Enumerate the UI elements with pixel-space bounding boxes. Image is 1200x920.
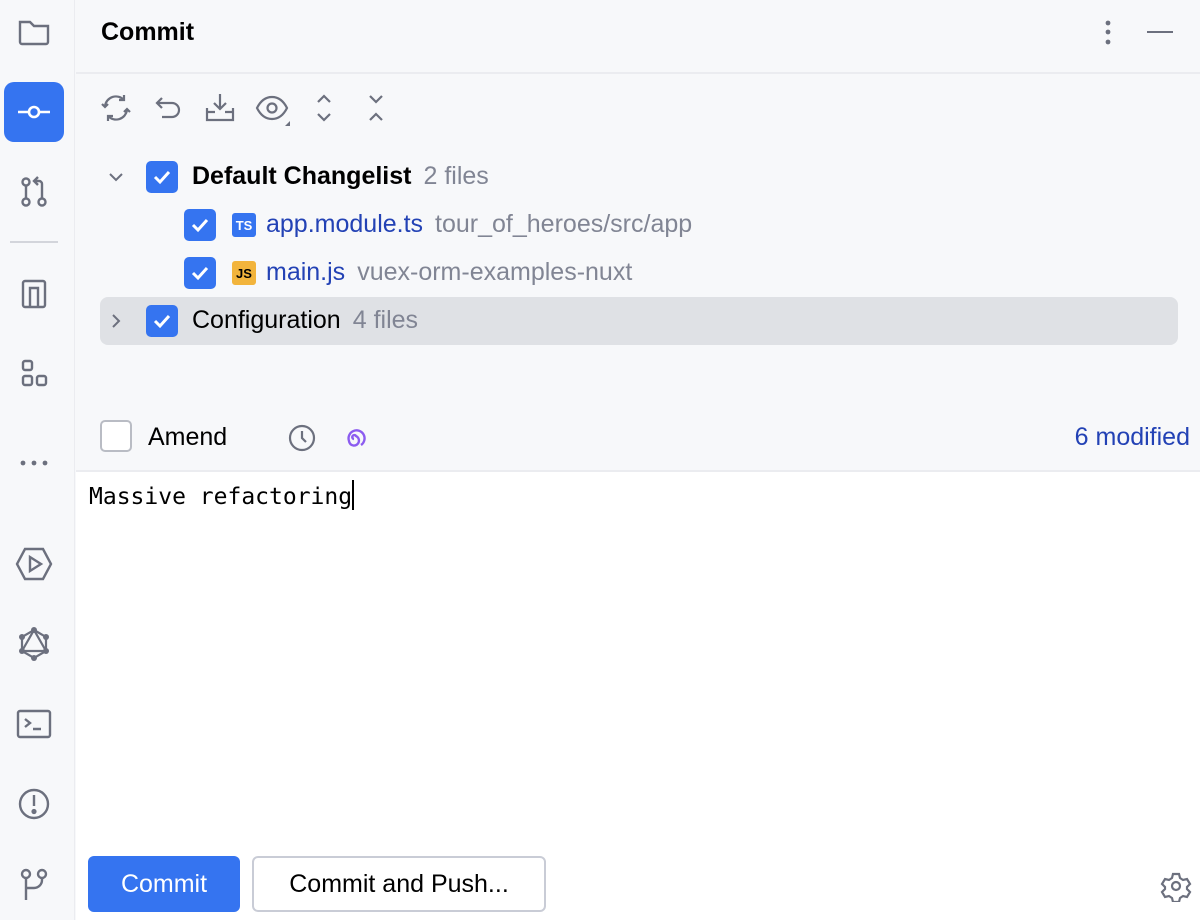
git-branch-icon [20, 868, 48, 900]
file-row[interactable]: JS main.js vuex-orm-examples-nuxt [100, 249, 1178, 297]
changelist-row[interactable]: Default Changelist 2 files [100, 153, 1178, 201]
commit-icon [18, 105, 50, 119]
javascript-file-icon: JS [232, 261, 256, 285]
collapse-all-icon [369, 95, 383, 121]
structure-icon [21, 279, 47, 309]
commit-message-editor[interactable]: Massive refactoring [76, 472, 1200, 842]
more-horizontal-icon [20, 460, 48, 466]
expand-all-icon [317, 94, 331, 122]
changelist-name: Default Changelist [192, 162, 412, 190]
sidebar-item-problems[interactable] [4, 774, 64, 834]
problems-icon [18, 788, 50, 820]
sidebar-item-git[interactable] [4, 854, 64, 914]
commit-button[interactable]: Commit [88, 856, 240, 912]
gear-icon[interactable] [1160, 870, 1192, 902]
check-icon [191, 266, 209, 281]
sidebar-item-run[interactable] [4, 534, 64, 594]
commit-window: Commit Default Changelist 2 files TS app… [0, 0, 1200, 920]
sidebar-item-structure[interactable] [4, 264, 64, 324]
commit-footer: Commit Commit and Push... [76, 842, 1200, 920]
amend-row: Amend 6 modified [100, 418, 1190, 458]
changelist-count: 4 files [352, 306, 419, 334]
changes-toolbar [96, 88, 396, 128]
file-path: vuex-orm-examples-nuxt [357, 258, 633, 286]
typescript-file-icon: TS [232, 213, 256, 237]
text-caret [352, 480, 355, 510]
collapse-all-button[interactable] [356, 88, 396, 128]
chevron-down-icon[interactable] [104, 165, 128, 189]
sidebar-separator [10, 241, 58, 243]
refresh-button[interactable] [96, 88, 136, 128]
file-path: tour_of_heroes/src/app [435, 210, 693, 238]
folder-icon [18, 20, 50, 46]
check-icon [191, 218, 209, 233]
modified-count-link[interactable]: 6 modified [1075, 423, 1190, 452]
changes-tree: Default Changelist 2 files TS app.module.… [100, 153, 1178, 345]
rollback-button[interactable] [148, 88, 188, 128]
minimize-icon [1147, 31, 1173, 33]
commit-and-push-button[interactable]: Commit and Push... [252, 856, 546, 912]
pull-request-icon [21, 176, 47, 207]
expand-all-button[interactable] [304, 88, 344, 128]
minimize-button[interactable] [1144, 17, 1176, 47]
amend-label[interactable]: Amend [148, 423, 227, 452]
check-icon [153, 314, 171, 329]
chevron-right-icon[interactable] [104, 309, 128, 333]
sidebar-item-plugins[interactable] [4, 344, 64, 404]
plugins-icon [21, 359, 48, 387]
terminal-icon [16, 709, 52, 739]
file-checkbox[interactable] [184, 209, 216, 241]
shelve-icon [205, 94, 235, 122]
commit-message-text: Massive refactoring [89, 484, 353, 510]
clock-icon[interactable] [286, 422, 318, 454]
changelist-checkbox[interactable] [146, 161, 178, 193]
more-vertical-icon [1105, 20, 1111, 45]
refresh-icon [101, 95, 131, 121]
show-diff-button[interactable] [252, 88, 292, 128]
header-divider [76, 72, 1200, 74]
rollback-icon [155, 97, 181, 119]
check-icon [153, 170, 171, 185]
file-row[interactable]: TS app.module.ts tour_of_heroes/src/app [100, 201, 1178, 249]
amend-checkbox[interactable] [100, 420, 132, 452]
sidebar-item-project[interactable] [4, 2, 64, 62]
sidebar-item-pull-requests[interactable] [4, 162, 64, 222]
sidebar-item-graphql[interactable] [4, 614, 64, 674]
tool-window-sidebar [0, 0, 75, 920]
options-button[interactable] [1094, 17, 1122, 47]
panel-title: Commit [101, 18, 195, 46]
changelist-checkbox[interactable] [146, 305, 178, 337]
changelist-row[interactable]: Configuration 4 files [100, 297, 1178, 345]
sidebar-item-more[interactable] [4, 424, 64, 484]
changelist-count: 2 files [423, 162, 489, 190]
eye-icon [255, 95, 290, 126]
shelve-button[interactable] [200, 88, 240, 128]
file-name: main.js [266, 258, 346, 286]
changelist-name: Configuration [192, 306, 341, 334]
file-checkbox[interactable] [184, 257, 216, 289]
commit-panel: Commit Default Changelist 2 files TS app… [76, 0, 1200, 920]
sidebar-item-commit[interactable] [4, 82, 64, 142]
file-name: app.module.ts [266, 210, 424, 238]
ai-spiral-icon[interactable] [338, 422, 370, 454]
sidebar-item-terminal[interactable] [4, 694, 64, 754]
run-icon [15, 547, 53, 581]
graphql-icon [19, 627, 49, 661]
